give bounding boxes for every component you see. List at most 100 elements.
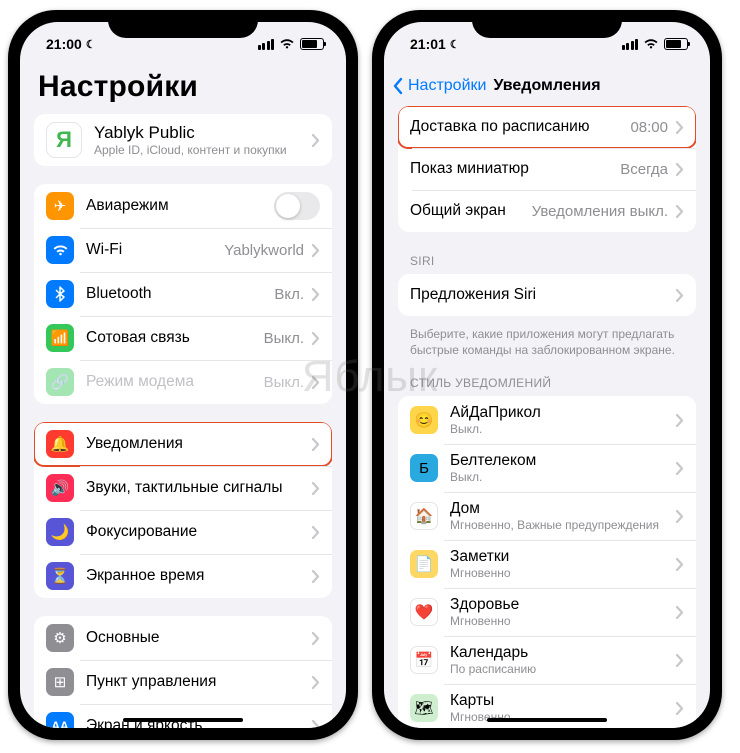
row-label: Wi-Fi [86,241,218,259]
row-label: Режим модема [86,373,258,391]
row-icon: ⊞ [46,668,74,696]
chevron-right-icon [312,482,320,495]
app-icon: 😊 [410,406,438,434]
row-value: Yablykworld [224,242,304,259]
chevron-right-icon [676,289,684,302]
wifi-icon [643,38,659,50]
row-icon: 🔗 [46,368,74,396]
apple-id-row[interactable]: Я Yablyk Public Apple ID, iCloud, контен… [34,114,332,166]
back-button[interactable]: Настройки [392,77,486,95]
toggle-switch[interactable] [274,192,320,220]
notch [108,10,258,38]
row-label: Предложения Siri [410,286,668,304]
app-name: Календарь [450,644,668,662]
row-label: Bluetooth [86,285,268,303]
row-label: Показ миниатюр [410,160,614,178]
row-icon: ✈ [46,192,74,220]
row-icon: ⏳ [46,562,74,590]
row-icon: 🔊 [46,474,74,502]
row-icon: ⚙ [46,624,74,652]
settings-row[interactable]: 📶 Сотовая связь Выкл. [34,316,332,360]
row-label: Звуки, тактильные сигналы [86,479,304,497]
row-value: Выкл. [264,330,304,347]
app-name: Карты [450,692,668,710]
app-icon: Б [410,454,438,482]
notch [472,10,622,38]
chevron-right-icon [312,526,320,539]
back-label: Настройки [408,77,486,95]
settings-row[interactable]: 🔊 Звуки, тактильные сигналы [34,466,332,510]
chevron-right-icon [676,606,684,619]
row-label: Авиарежим [86,197,274,215]
app-name: Белтелеком [450,452,668,470]
home-indicator[interactable] [123,718,243,722]
chevron-right-icon [676,414,684,427]
app-icon: 🗺 [410,694,438,722]
cell-signal-icon [258,39,275,50]
chevron-right-icon [312,632,320,645]
chevron-right-icon [676,163,684,176]
chevron-right-icon [312,570,320,583]
settings-row[interactable]: Wi-Fi Yablykworld [34,228,332,272]
settings-row[interactable]: ⏳ Экранное время [34,554,332,598]
settings-row[interactable]: BluetoothВкл. [34,272,332,316]
row-label: Общий экран [410,202,526,220]
settings-row[interactable]: Общий экран Уведомления выкл. [398,190,696,232]
chevron-right-icon [676,205,684,218]
row-icon: 📶 [46,324,74,352]
chevron-right-icon [676,121,684,134]
row-label: Экранное время [86,567,304,585]
chevron-left-icon [392,77,404,95]
row-label: Уведомления [86,435,304,453]
battery-icon [664,38,688,50]
settings-row[interactable]: ✈ Авиарежим [34,184,332,228]
settings-row[interactable]: 🌙Фокусирование [34,510,332,554]
app-notification-row[interactable]: 📅КалендарьПо расписанию [398,636,696,684]
chevron-right-icon [676,510,684,523]
app-name: Заметки [450,548,668,566]
siri-footer: Выберите, какие приложения могут предлаг… [398,320,696,372]
chevron-right-icon [312,288,320,301]
app-icon: 🏠 [410,502,438,530]
app-name: Дом [450,500,668,518]
row-icon: 🔔 [46,430,74,458]
settings-row[interactable]: AAЭкран и яркость [34,704,332,728]
phone-left: 21:00☾ Настройки Я Yablyk Public Apple I… [8,10,358,740]
row-icon: AA [46,712,74,728]
status-time: 21:01 [410,36,446,52]
app-name: АйДаПрикол [450,404,668,422]
row-label: Сотовая связь [86,329,258,347]
app-notification-row[interactable]: 😊 АйДаПриколВыкл. [398,396,696,444]
home-indicator[interactable] [487,718,607,722]
dnd-moon-icon: ☾ [86,38,96,51]
app-notification-row[interactable]: 📄 ЗаметкиМгновенно [398,540,696,588]
app-name: Здоровье [450,596,668,614]
settings-row[interactable]: Показ миниатюрВсегда [398,148,696,190]
settings-row[interactable]: ⚙Основные [34,616,332,660]
wifi-icon [279,38,295,50]
app-icon: 📄 [410,550,438,578]
app-status: Выкл. [450,470,668,484]
dnd-moon-icon: ☾ [450,38,460,51]
app-icon: 📅 [410,646,438,674]
siri-suggestions-row[interactable]: Предложения Siri [398,274,696,316]
row-value: Уведомления выкл. [532,203,668,220]
row-value: 08:00 [630,119,668,136]
app-status: Мгновенно, Важные предупреждения [450,518,668,532]
page-title: Настройки [20,66,346,114]
settings-row[interactable]: 🔗Режим модемаВыкл. [34,360,332,404]
app-notification-row[interactable]: ❤️ЗдоровьеМгновенно [398,588,696,636]
app-status: Мгновенно [450,566,668,580]
chevron-right-icon [312,244,320,257]
app-status: Выкл. [450,422,668,436]
row-icon [46,236,74,264]
profile-avatar: Я [46,122,82,158]
row-icon: 🌙 [46,518,74,546]
app-notification-row[interactable]: Б БелтелекомВыкл. [398,444,696,492]
chevron-right-icon [312,438,320,451]
settings-row[interactable]: 🔔 Уведомления [34,422,332,466]
settings-row[interactable]: Доставка по расписанию08:00 [398,106,696,148]
app-notification-row[interactable]: 🏠 ДомМгновенно, Важные предупреждения [398,492,696,540]
chevron-right-icon [312,376,320,389]
settings-row[interactable]: ⊞Пункт управления [34,660,332,704]
